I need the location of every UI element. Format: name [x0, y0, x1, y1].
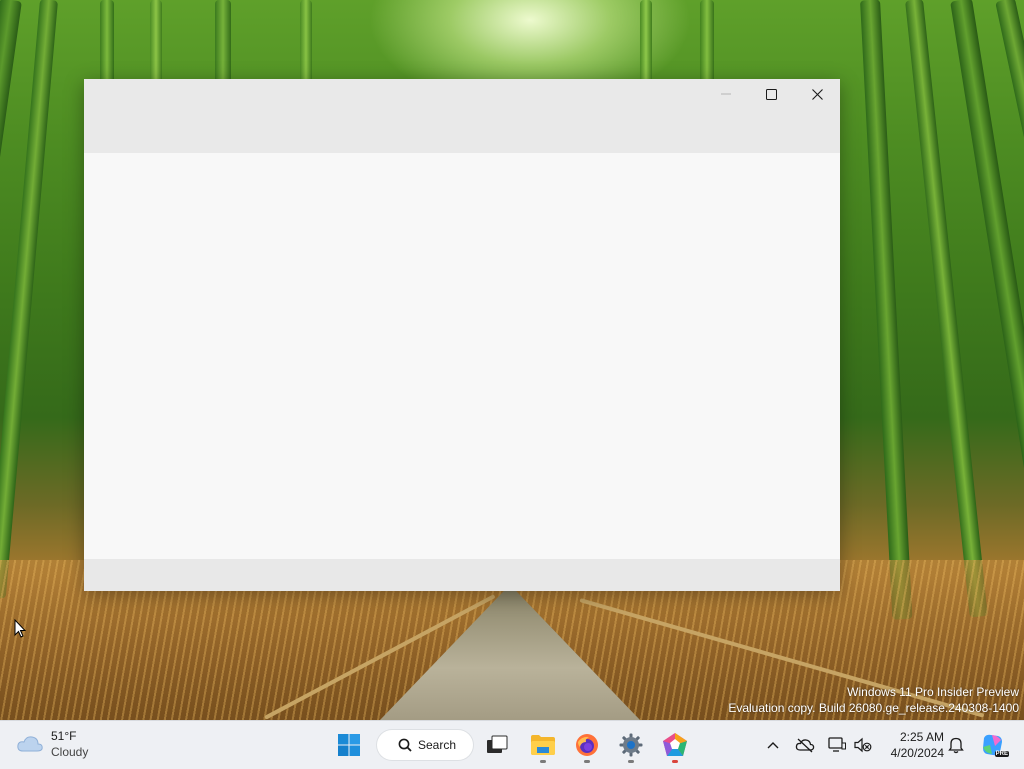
bell-icon: [948, 737, 964, 754]
search-label: Search: [418, 738, 457, 752]
pinned-app-button[interactable]: [655, 725, 695, 765]
window-footer-bar: [84, 559, 840, 591]
copilot-button[interactable]: PRE: [979, 731, 1009, 759]
watermark-line2: Evaluation copy. Build 26080.ge_release.…: [728, 701, 1019, 715]
minimize-icon: [721, 93, 731, 95]
bamboo-stalk: [215, 0, 231, 90]
window-content-area: [84, 153, 840, 559]
settings-button[interactable]: [611, 725, 651, 765]
bamboo-stalk: [150, 0, 162, 90]
bamboo-stalk: [860, 0, 913, 620]
cloud-icon: [17, 736, 43, 752]
minimize-button[interactable]: [703, 79, 749, 109]
window-titlebar[interactable]: [84, 79, 840, 153]
running-indicator: [672, 760, 678, 763]
running-indicator: [540, 760, 546, 763]
weather-condition: Cloudy: [51, 745, 89, 759]
close-button[interactable]: [794, 79, 840, 109]
onedrive-offline-icon: [795, 738, 815, 753]
start-button[interactable]: [329, 725, 369, 765]
evaluation-watermark: Windows 11 Pro Insider Preview Evaluatio…: [728, 684, 1019, 716]
search-icon: [398, 738, 412, 752]
taskbar-search-box[interactable]: Search: [377, 730, 473, 760]
volume-muted-icon: [854, 737, 872, 753]
close-icon: [811, 88, 823, 100]
watermark-line1: Windows 11 Pro Insider Preview: [847, 685, 1019, 699]
task-view-icon: [487, 735, 508, 753]
copilot-pre-badge: PRE: [994, 751, 1009, 757]
maximize-icon: [765, 88, 777, 100]
weather-widget[interactable]: 51°F Cloudy: [16, 727, 126, 763]
bamboo-stalk: [640, 0, 652, 90]
windows-logo-icon: [338, 734, 360, 756]
taskbar-clock[interactable]: 2:25 AM 4/20/2024: [880, 729, 944, 761]
task-view-button[interactable]: [477, 725, 517, 765]
bamboo-stalk: [700, 0, 714, 90]
file-explorer-button[interactable]: [523, 725, 563, 765]
maximize-button[interactable]: [748, 79, 794, 109]
clock-date: 4/20/2024: [890, 746, 944, 760]
gear-icon: [619, 733, 643, 757]
app-icon: [663, 733, 687, 756]
notifications-button[interactable]: [944, 733, 968, 757]
firefox-button[interactable]: [567, 725, 607, 765]
weather-temperature: 51°F: [51, 729, 77, 743]
clock-time: 2:25 AM: [899, 730, 944, 744]
folder-icon: [531, 735, 555, 755]
onedrive-status[interactable]: [793, 733, 817, 757]
show-hidden-icons-button[interactable]: [761, 733, 785, 757]
bamboo-stalk: [300, 0, 312, 90]
running-indicator: [584, 760, 590, 763]
running-indicator: [628, 760, 634, 763]
chevron-up-icon: [767, 742, 779, 749]
bamboo-stalk: [100, 0, 114, 90]
firefox-icon: [576, 734, 598, 756]
mouse-cursor-icon: [14, 618, 27, 644]
app-window[interactable]: [84, 79, 840, 591]
volume-status[interactable]: [851, 733, 875, 757]
network-status[interactable]: [825, 733, 849, 757]
taskbar: 51°F Cloudy Search 2:25 AM 4/20/2024 PRE: [0, 720, 1024, 769]
display-icon: [828, 737, 846, 752]
